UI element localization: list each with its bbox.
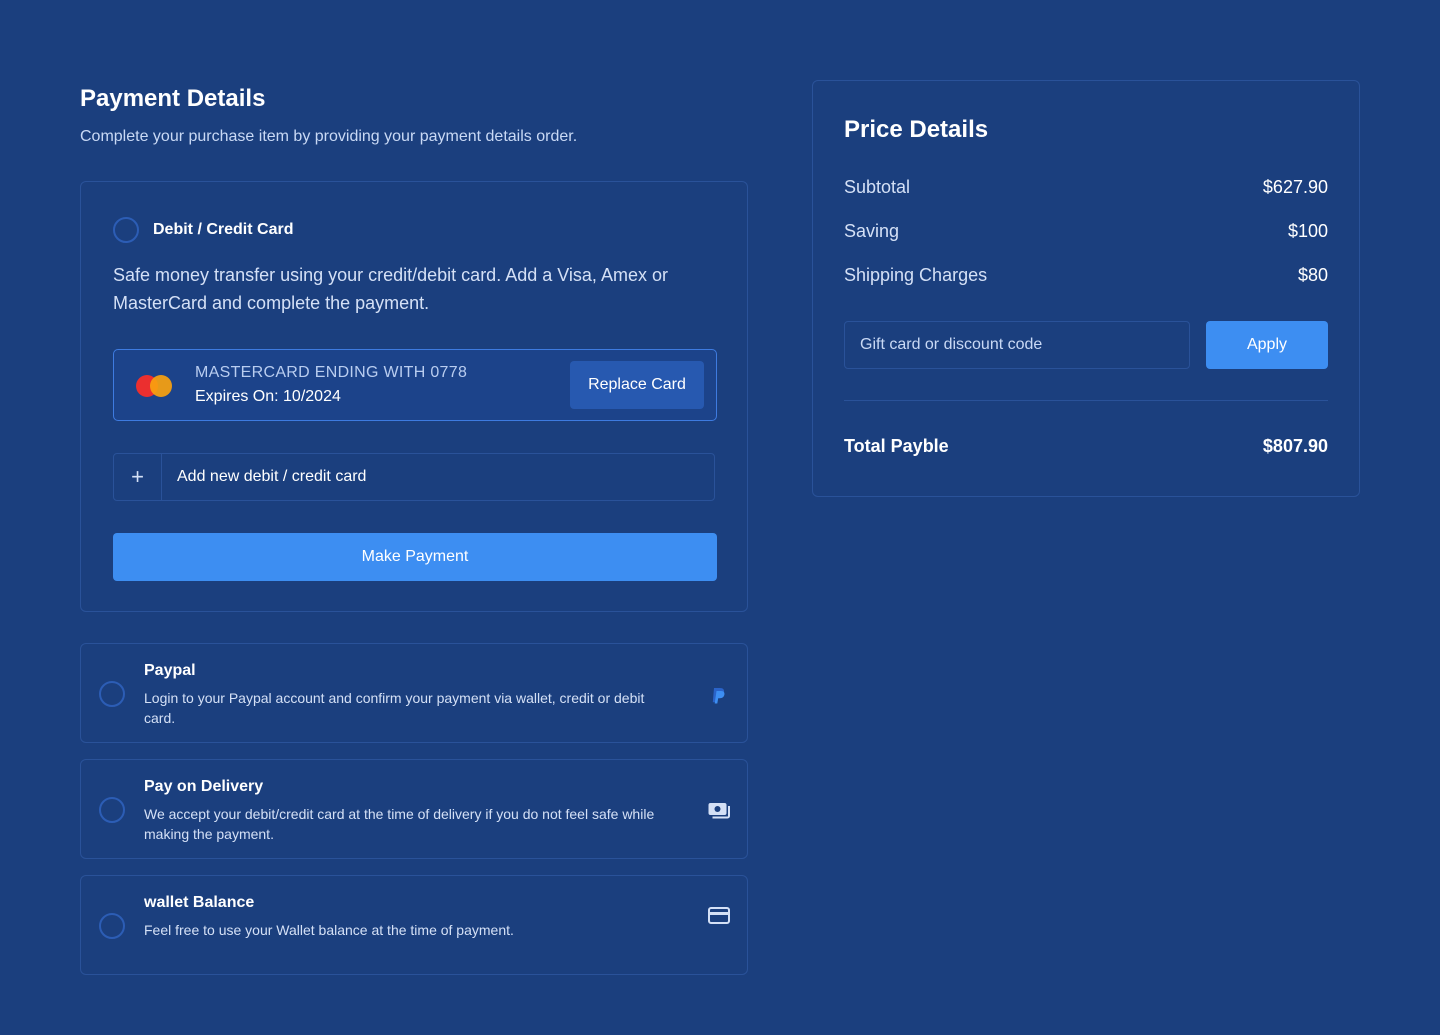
wallet-balance-option[interactable]: wallet Balance Feel free to use your Wal… xyxy=(80,875,748,975)
price-label: Saving xyxy=(844,220,900,241)
card-method-title: Debit / Credit Card xyxy=(153,221,294,238)
wallet-balance-radio[interactable] xyxy=(99,913,125,939)
option-description: Login to your Paypal account and confirm… xyxy=(144,690,645,726)
paypal-option[interactable]: Paypal Login to your Paypal account and … xyxy=(80,643,748,743)
page-subtitle: Complete your purchase item by providing… xyxy=(80,128,578,145)
price-row-saving: Saving $100 xyxy=(844,219,1328,243)
payment-page: Payment Details Complete your purchase i… xyxy=(0,0,1440,1035)
price-details-panel: Price Details Subtotal $627.90 Saving $1… xyxy=(812,80,1360,497)
card-method-header[interactable]: Debit / Credit Card xyxy=(113,215,715,245)
payment-details-section: Payment Details Complete your purchase i… xyxy=(80,80,748,612)
saved-card: MASTERCARD ENDING WITH 0778 Expires On: … xyxy=(113,349,717,421)
card-method-radio[interactable] xyxy=(113,217,139,243)
option-title: Paypal xyxy=(144,662,196,679)
option-description: Feel free to use your Wallet balance at … xyxy=(144,922,514,938)
paypal-radio[interactable] xyxy=(99,681,125,707)
discount-form: Apply xyxy=(844,321,1328,369)
make-payment-button[interactable]: Make Payment xyxy=(113,533,717,581)
divider xyxy=(844,400,1328,401)
saved-card-name: MASTERCARD ENDING WITH 0778 xyxy=(195,364,468,381)
saved-card-expiry: Expires On: 10/2024 xyxy=(195,388,341,405)
paypal-icon xyxy=(707,684,731,708)
pay-on-delivery-radio[interactable] xyxy=(99,797,125,823)
saved-card-info: MASTERCARD ENDING WITH 0778 Expires On: … xyxy=(195,362,570,408)
option-description: We accept your debit/credit card at the … xyxy=(144,806,655,842)
price-value: $627.90 xyxy=(1262,176,1328,197)
page-title: Payment Details xyxy=(80,85,266,112)
option-title: wallet Balance xyxy=(144,894,255,911)
total-row: Total Payble $807.90 xyxy=(844,436,1328,457)
cash-icon xyxy=(707,798,731,822)
add-card-button[interactable]: + Add new debit / credit card xyxy=(113,453,715,501)
plus-icon: + xyxy=(114,454,162,500)
discount-code-input[interactable] xyxy=(844,321,1190,369)
option-title: Pay on Delivery xyxy=(144,778,264,795)
total-value: $807.90 xyxy=(1262,436,1328,456)
apply-button[interactable]: Apply xyxy=(1206,321,1328,369)
price-row-subtotal: Subtotal $627.90 xyxy=(844,175,1328,199)
price-value: $80 xyxy=(1297,264,1328,285)
total-label: Total Payble xyxy=(844,436,949,456)
add-card-label: Add new debit / credit card xyxy=(177,468,367,485)
card-icon xyxy=(707,904,731,928)
pay-on-delivery-option[interactable]: Pay on Delivery We accept your debit/cre… xyxy=(80,759,748,859)
price-row-shipping: Shipping Charges $80 xyxy=(844,263,1328,287)
price-details-title: Price Details xyxy=(844,116,989,143)
price-label: Shipping Charges xyxy=(844,264,988,285)
card-method-description: Safe money transfer using your credit/de… xyxy=(113,265,668,313)
replace-card-button[interactable]: Replace Card xyxy=(570,361,704,409)
card-payment-option: Debit / Credit Card Safe money transfer … xyxy=(80,181,748,612)
mastercard-icon xyxy=(134,373,174,397)
price-value: $100 xyxy=(1287,220,1328,241)
price-label: Subtotal xyxy=(844,176,911,197)
